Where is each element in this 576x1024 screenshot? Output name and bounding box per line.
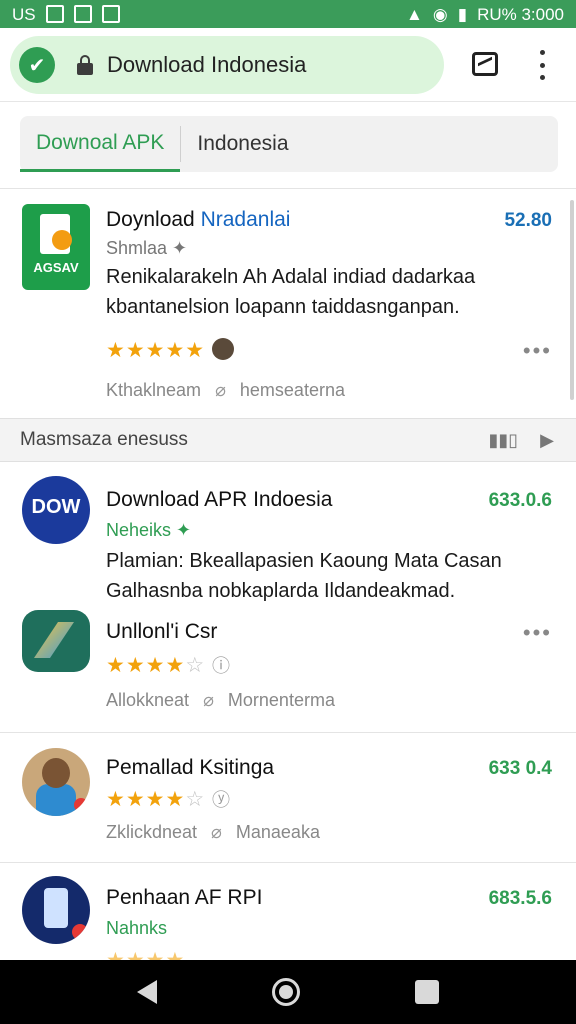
browser-toolbar: ✔ Download Indonesia (0, 28, 576, 102)
app-title: Download APR Indoesia (106, 488, 333, 511)
system-nav-bar (0, 960, 576, 1024)
app-size: 633 0.4 (488, 758, 552, 779)
section-controls: ▮▮▯ ▶ (488, 430, 554, 451)
tab-bar: Downoal APK Indonesia (20, 116, 558, 172)
scrollbar[interactable] (570, 200, 574, 400)
us-glyph: US (12, 4, 36, 24)
chevron-right-icon[interactable]: ▶ (540, 430, 554, 451)
list-item[interactable]: Penhaan AF RPI 683.5.6 Nahnks ★★★★ (0, 864, 576, 972)
app-icon: AGSAV (22, 204, 90, 290)
rating-stars: ★★★★★ (106, 339, 206, 362)
back-icon[interactable] (137, 980, 158, 1004)
tab-switcher-icon[interactable] (472, 52, 498, 76)
rating-stars: ★★★★☆ ⓘ (106, 654, 231, 677)
more-options-icon[interactable]: ••• (523, 338, 552, 364)
link-icon: ⌀ (215, 380, 226, 400)
avatar (22, 748, 90, 816)
rating-stars: ★★★★☆ ⓨ (106, 788, 231, 811)
signal-icon: ▲ (406, 4, 423, 24)
app-developer: Neheiks ✦ (106, 520, 192, 540)
app-title: Pemallad Ksitinga (106, 756, 275, 779)
divider (0, 862, 576, 863)
status-left: US (12, 5, 120, 23)
app-title: Unllonl'i Csr (106, 620, 218, 643)
download-icon (73, 5, 92, 23)
url-bar[interactable]: ✔ Download Indonesia (10, 36, 444, 94)
link-icon: ⌀ (211, 822, 222, 842)
app-icon (22, 876, 90, 944)
list-item[interactable]: Unllonl'i Csr ••• ★★★★☆ ⓘ Allokkneat ⌀ M… (0, 606, 576, 732)
app-icon (22, 610, 90, 672)
app-description: Plamian: Bkeallapasien Kaoung Mata Casan… (106, 550, 502, 602)
tab-indonesia[interactable]: Indonesia (181, 116, 304, 172)
image-icon (45, 5, 64, 23)
status-bar: US ▲ ◉ ▮ RU% 3:000 (0, 0, 576, 28)
app-developer: Shmlaa ✦ (106, 238, 188, 258)
app-title: Doynload Nradanlai (106, 208, 291, 231)
list-item[interactable]: Pemallad Ksitinga 633 0.4 ★★★★☆ ⓨ Zklick… (0, 734, 576, 862)
battery-icon: ▮ (457, 4, 468, 24)
wifi-icon: ◉ (432, 4, 448, 24)
app-meta: Zklickdneat ⌀ Manaeaka (106, 822, 320, 842)
recents-icon[interactable] (414, 980, 439, 1004)
lock-icon (77, 55, 93, 75)
home-icon[interactable] (271, 978, 300, 1006)
section-header: Masmsaza enesuss ▮▮▯ ▶ (0, 418, 576, 462)
featured-app[interactable]: AGSAV Doynload Nradanlai 52.80 Shmlaa ✦ … (0, 190, 576, 418)
overflow-menu-icon[interactable] (532, 50, 552, 80)
section-title: Masmsaza enesuss (20, 429, 188, 450)
status-text: RU% 3:000 (477, 4, 564, 24)
app-description: Renikalarakeln Ah Adalal indiad dadarkaa… (106, 266, 476, 318)
app-meta: Kthaklneam ⌀ hemseaterna (106, 380, 345, 400)
app-size: 633.0.6 (488, 490, 552, 511)
avatar (212, 338, 234, 360)
tab-download-apk[interactable]: Downoal APK (20, 116, 181, 172)
list-item[interactable]: DOW Download APR Indoesia 633.0.6 Neheik… (0, 464, 576, 606)
bars-icon[interactable]: ▮▮▯ (488, 430, 518, 451)
app-meta: Allokkneat ⌀ Mornenterma (106, 690, 335, 710)
app-icon: DOW (22, 476, 90, 544)
url-text: Download Indonesia (107, 52, 307, 77)
app-size: 52.80 (504, 210, 552, 231)
image-icon (101, 5, 120, 23)
status-right: ▲ ◉ ▮ RU% 3:000 (406, 6, 564, 23)
link-icon: ⌀ (203, 690, 214, 710)
divider (0, 732, 576, 733)
app-size: 683.5.6 (488, 888, 552, 909)
site-logo-icon: ✔ (19, 47, 55, 83)
app-icon-label: AGSAV (33, 260, 79, 275)
divider (0, 188, 576, 189)
app-developer: Nahnks (106, 918, 168, 938)
app-title: Penhaan AF RPI (106, 886, 263, 909)
more-options-icon[interactable]: ••• (523, 620, 552, 646)
